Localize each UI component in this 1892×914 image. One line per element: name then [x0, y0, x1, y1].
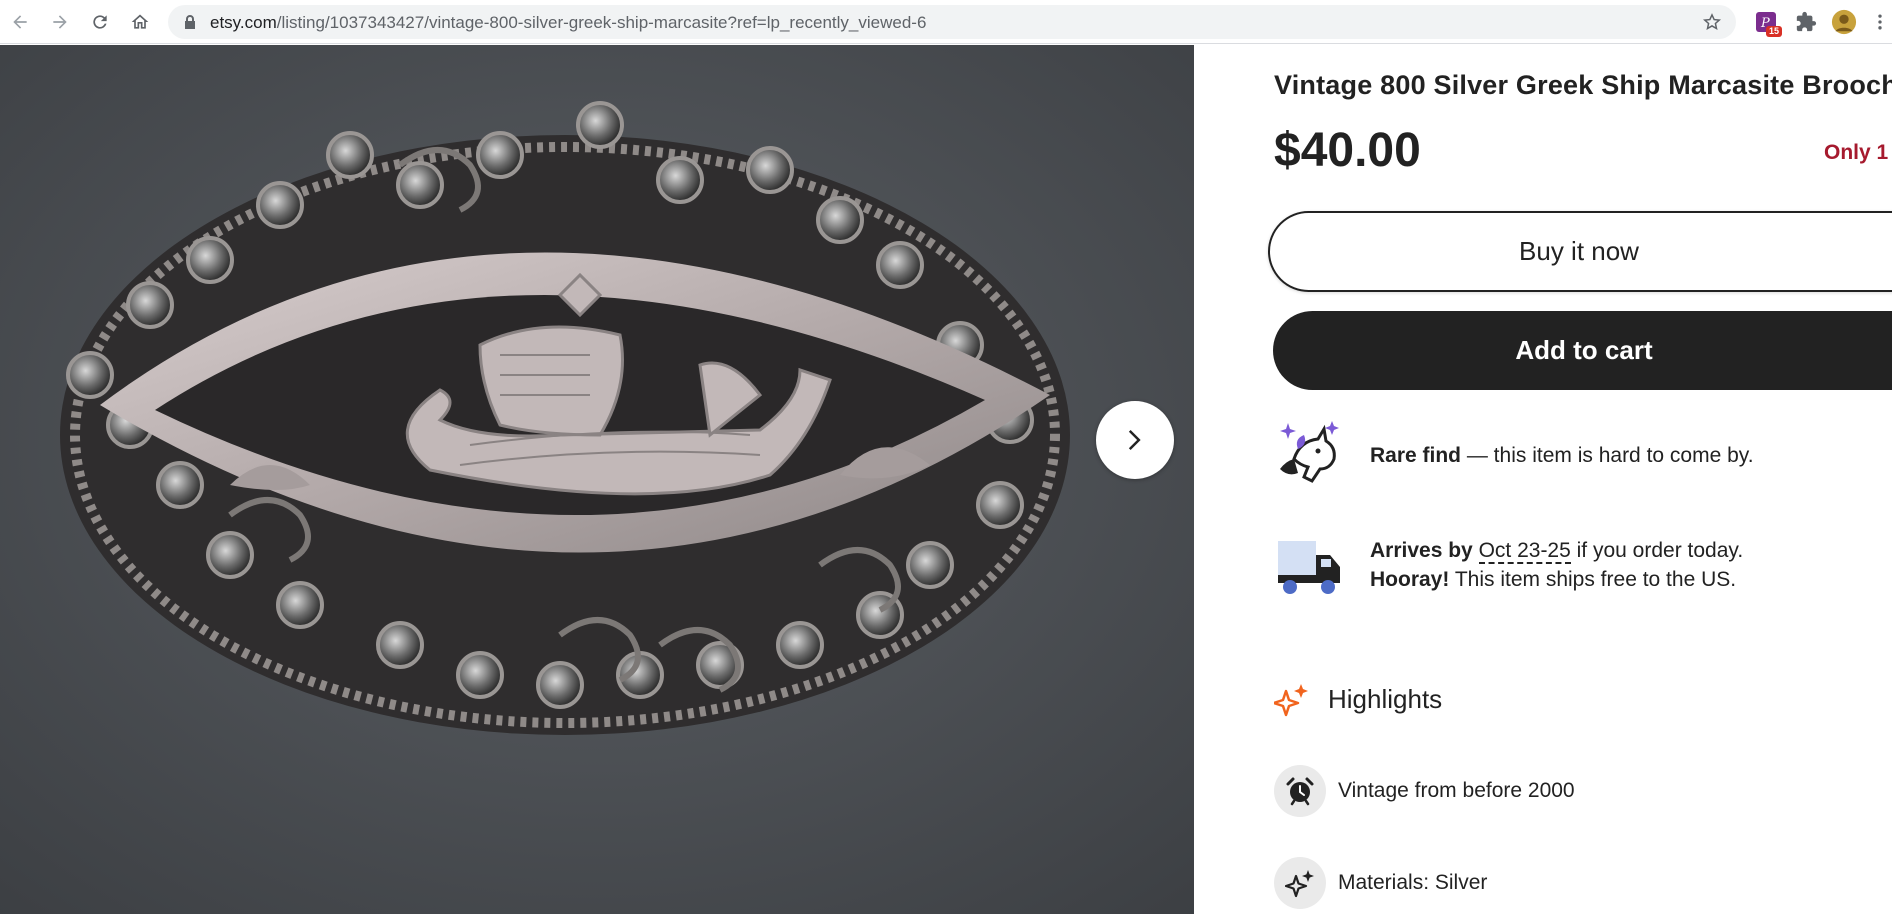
reload-icon[interactable] [88, 10, 112, 34]
listing-title: Vintage 800 Silver Greek Ship Marcasite … [1274, 70, 1892, 100]
arrival-row: Arrives by Oct 23-25 if you order today.… [1274, 529, 1743, 601]
next-image-button[interactable] [1096, 401, 1174, 479]
unicorn-icon [1280, 421, 1339, 483]
highlights-header: Highlights [1274, 681, 1442, 717]
extension-badge: 15 [1765, 26, 1782, 37]
highlight-item-materials: Materials: Silver [1274, 857, 1487, 909]
delivery-truck-icon [1278, 541, 1340, 594]
star-icon[interactable] [1702, 12, 1722, 32]
url-text[interactable]: etsy.com/listing/1037343427/vintage-800-… [210, 13, 926, 33]
add-to-cart-label: Add to cart [1515, 335, 1653, 365]
highlights-heading: Highlights [1328, 683, 1443, 714]
sparkle-icon [1285, 870, 1314, 898]
home-icon[interactable] [128, 10, 152, 34]
arrival-line: Arrives by Oct 23-25 if you order today. [1370, 536, 1743, 565]
back-icon[interactable] [8, 10, 32, 34]
highlight-icon-circle [1274, 857, 1326, 909]
highlight-text: Vintage from before 2000 [1338, 779, 1575, 802]
stock-note: Only 1 [1824, 141, 1889, 164]
puzzle-icon[interactable] [1792, 8, 1820, 36]
arrival-text: Arrives by Oct 23-25 if you order today.… [1370, 536, 1743, 594]
arrival-rest: if you order today. [1570, 539, 1744, 562]
free-shipping-line: Hooray! This item ships free to the US. [1370, 565, 1743, 594]
listing-info-panel: Vintage 800 Silver Greek Ship Marcasite … [1194, 45, 1892, 914]
menu-icon[interactable] [1866, 8, 1892, 36]
chevron-right-icon [1128, 430, 1141, 450]
highlight-item-vintage: Vintage from before 2000 [1274, 765, 1575, 817]
forward-icon[interactable] [48, 10, 72, 34]
extension-icon[interactable]: P 15 [1752, 8, 1782, 37]
free-shipping-text: This item ships free to the US. [1449, 568, 1737, 591]
url-host: etsy.com [210, 13, 277, 32]
profile-icon[interactable] [1830, 8, 1858, 36]
hooray-bold: Hooray! [1370, 568, 1450, 591]
rare-find-rest: — this item is hard to come by. [1461, 443, 1754, 467]
brooch-photo[interactable] [0, 45, 1194, 914]
arrival-date[interactable]: Oct 23-25 [1478, 539, 1571, 564]
rare-find-bold: Rare find [1370, 443, 1462, 467]
rare-find-row: Rare find — this item is hard to come by… [1274, 419, 1754, 491]
address-bar[interactable]: etsy.com/listing/1037343427/vintage-800-… [168, 5, 1736, 39]
product-image-gallery [0, 45, 1194, 914]
sparkle-highlight-icon [1274, 684, 1308, 717]
buy-it-now-button[interactable]: Buy it now [1268, 211, 1892, 292]
highlight-text: Materials: Silver [1338, 871, 1488, 894]
arrives-bold: Arrives by [1370, 539, 1473, 562]
rare-find-text: Rare find — this item is hard to come by… [1370, 441, 1754, 470]
lock-icon[interactable] [182, 14, 198, 30]
listing-price: $40.00 [1274, 124, 1421, 177]
buy-it-now-label: Buy it now [1519, 236, 1639, 266]
alarm-clock-icon [1286, 777, 1314, 806]
highlight-icon-circle [1274, 765, 1326, 817]
add-to-cart-button[interactable]: Add to cart [1273, 311, 1892, 390]
url-path: /listing/1037343427/vintage-800-silver-g… [276, 13, 927, 32]
browser-toolbar: etsy.com/listing/1037343427/vintage-800-… [0, 0, 1892, 44]
